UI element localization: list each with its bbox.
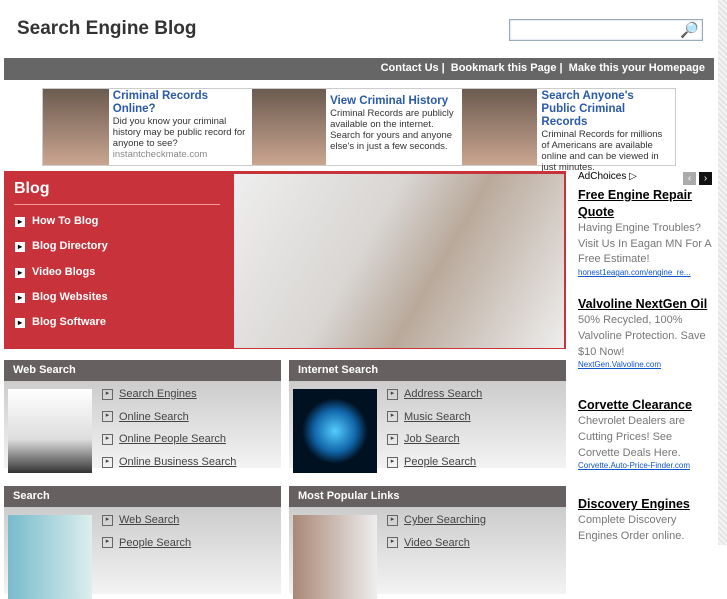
box-heading: Web Search	[4, 360, 281, 381]
sidebar-ad[interactable]: Discovery Engines Complete Discovery Engi…	[578, 496, 714, 544]
box-link[interactable]: Video Search	[387, 537, 486, 560]
site-title[interactable]: Search Engine Blog	[17, 18, 196, 40]
top-nav: Contact Us | Bookmark this Page | Make thi…	[4, 58, 714, 80]
adchoices-icon[interactable]: ▷	[629, 171, 637, 182]
box-link[interactable]: People Search	[387, 456, 482, 479]
web-search-box: Web Search Search EnginesOnline SearchOn…	[4, 360, 281, 473]
top-banner-ad[interactable]: Criminal Records Online? Did you know you…	[42, 88, 676, 173]
ad-text: 50% Recycled, 100% Valvoline Protection.…	[578, 314, 706, 358]
box-image	[293, 389, 377, 473]
page-edge	[718, 0, 727, 545]
sidebar-ads: AdChoices ▷ ‹ › Free Engine Repair Quote…	[578, 171, 714, 545]
ad-title[interactable]: Valvoline NextGen Oil	[578, 296, 714, 313]
sidebar-ad[interactable]: Corvette Clearance Chevrolet Dealers are …	[578, 397, 714, 470]
ad-photo	[461, 89, 538, 165]
ad-url[interactable]: Corvette.Auto-Price-Finder.com	[578, 461, 714, 470]
box-link[interactable]: Music Search	[387, 411, 482, 434]
box-link[interactable]: Job Search	[387, 433, 482, 456]
internet-search-box: Internet Search Address SearchMusic Sear…	[289, 360, 566, 473]
box-heading: Internet Search	[289, 360, 566, 381]
ad-photo	[43, 89, 109, 165]
ad-title[interactable]: Discovery Engines	[578, 496, 714, 513]
adchoices-label[interactable]: AdChoices	[578, 171, 626, 182]
ad-url[interactable]: instantcheckmate.com	[113, 149, 249, 160]
popular-links-box: Most Popular Links Cyber SearchingVideo …	[289, 486, 566, 599]
blog-heading: Blog	[14, 180, 220, 205]
box-link[interactable]: Online People Search	[102, 433, 236, 456]
next-arrow-icon[interactable]: ›	[699, 172, 712, 185]
ad-text: Complete Discovery Engines Order online.	[578, 514, 685, 543]
box-link[interactable]: Online Business Search	[102, 456, 236, 479]
nav-contact-us[interactable]: Contact Us	[381, 62, 439, 74]
ad-url[interactable]: honest1eagan.com/engine_re...	[578, 268, 714, 277]
sidebar-ad[interactable]: Valvoline NextGen Oil 50% Recycled, 100% …	[578, 296, 714, 369]
box-link[interactable]: Web Search	[102, 514, 191, 537]
sidebar-ad[interactable]: Free Engine Repair Quote Having Engine Tr…	[578, 187, 714, 277]
box-image	[8, 389, 92, 473]
search-icon[interactable]: 🔎	[680, 21, 699, 39]
box-link[interactable]: Online Search	[102, 411, 236, 434]
prev-arrow-icon[interactable]: ‹	[683, 172, 696, 185]
ad-text: Chevrolet Dealers are Cutting Prices! Se…	[578, 415, 685, 459]
ad-title[interactable]: Free Engine Repair Quote	[578, 187, 714, 221]
box-link[interactable]: Search Engines	[102, 388, 236, 411]
ad-title[interactable]: Search Anyone's Public Criminal Records	[541, 90, 671, 129]
nav-bookmark[interactable]: Bookmark this Page	[451, 62, 557, 74]
search-input[interactable]: 🔎	[509, 19, 703, 41]
nav-homepage[interactable]: Make this your Homepage	[569, 62, 705, 74]
ad-text: Criminal Records are publicly available …	[330, 108, 454, 152]
box-image	[293, 515, 377, 599]
box-heading: Most Popular Links	[289, 486, 566, 507]
ad-text: Did you know your criminal history may b…	[112, 116, 246, 149]
box-heading: Search	[4, 486, 281, 507]
ad-title[interactable]: View Criminal History	[330, 95, 458, 108]
box-link[interactable]: Address Search	[387, 388, 482, 411]
ad-photo	[252, 89, 327, 165]
blog-panel: Blog How To Blog Blog Directory Video Bl…	[4, 171, 566, 349]
ad-title[interactable]: Corvette Clearance	[578, 397, 714, 414]
box-image	[8, 515, 92, 599]
box-link[interactable]: People Search	[102, 537, 191, 560]
ad-text: Criminal Records for millions of America…	[541, 129, 663, 173]
box-link[interactable]: Cyber Searching	[387, 514, 486, 537]
search-box: Search Web SearchPeople Search	[4, 486, 281, 599]
ad-text: Having Engine Troubles? Visit Us In Eaga…	[578, 222, 712, 266]
hero-photo	[234, 174, 564, 348]
ad-title[interactable]: Criminal Records Online?	[113, 90, 249, 116]
ad-url[interactable]: NextGen.Valvoline.com	[578, 360, 714, 369]
